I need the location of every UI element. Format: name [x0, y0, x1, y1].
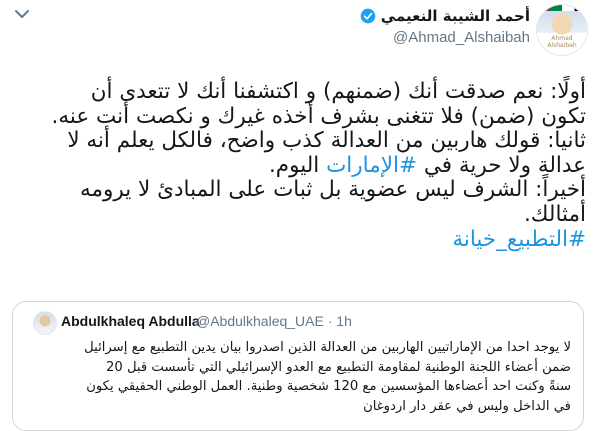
tweet-line: #التطبيع_خيانة — [12, 227, 586, 253]
quoted-author-name: Abdulkhaleq Abdulla — [61, 313, 200, 329]
author-avatar[interactable]: Ahmad Alshaibah — [536, 4, 588, 56]
quoted-line: في الداخل وليس في عقر دار اردوغان — [363, 398, 571, 414]
tweet-line: ثانيا: قولك هاربين من العدالة كذب واضح، … — [67, 128, 586, 154]
quoted-line: ضمن أعضاء اللجنة الوطنية لمقاومة التطبيع… — [105, 359, 571, 375]
author-names[interactable]: أحمد الشيبة النعيمي @Ahmad_Alshaibah — [356, 6, 530, 46]
quoted-author-avatar — [33, 311, 57, 335]
verified-badge-icon — [360, 8, 376, 24]
tweet-line: تكون (ضمن) فلا تتغنى بشرف أخذه غيرك و نك… — [51, 103, 586, 129]
tweet-line: أخيراً: الشرف ليس عضوية بل ثبات على المب… — [79, 177, 586, 203]
flag-strip — [537, 5, 587, 11]
chevron-down-icon[interactable] — [10, 2, 34, 26]
author-display-name[interactable]: أحمد الشيبة النعيمي — [381, 7, 530, 25]
tweet-text-segment: عدالة ولا حرية في — [416, 152, 586, 178]
quoted-line: لا يوجد احدا من الإماراتيين الهاربين من … — [84, 340, 571, 355]
tweet-line: أمثالك. — [523, 201, 586, 227]
author-handle[interactable]: @Ahmad_Alshaibah — [356, 29, 530, 46]
tweet-text-segment: اليوم. — [268, 152, 327, 178]
tweet-body: أولًا: نعم صدقت أنك (ضمنهم) و اكتشفنا أن… — [12, 79, 586, 253]
quoted-tweet[interactable]: Abdulkhaleq Abdulla @Abdulkhaleq_UAE · 1… — [12, 301, 584, 431]
quoted-tweet-body: لا يوجد احدا من الإماراتيين الهاربين من … — [23, 338, 571, 416]
avatar-caption: Ahmad Alshaibah — [547, 35, 577, 49]
tweet-line: أولًا: نعم صدقت أنك (ضمنهم) و اكتشفنا أن… — [90, 79, 586, 104]
hashtag-link[interactable]: #الإمارات — [326, 153, 417, 178]
tweet-header: Ahmad Alshaibah أحمد الشيبة النعيمي @Ahm… — [0, 0, 598, 62]
quoted-author-handle-time: @Abdulkhaleq_UAE · 1h — [196, 313, 352, 329]
tweet-line: عدالة ولا حرية في #الإمارات اليوم. — [12, 152, 586, 179]
hashtag-link[interactable]: #التطبيع_خيانة — [452, 227, 586, 252]
quoted-line: سنةً وكنت احد أعضاءها المؤسسين مع 120 شخ… — [86, 379, 571, 395]
